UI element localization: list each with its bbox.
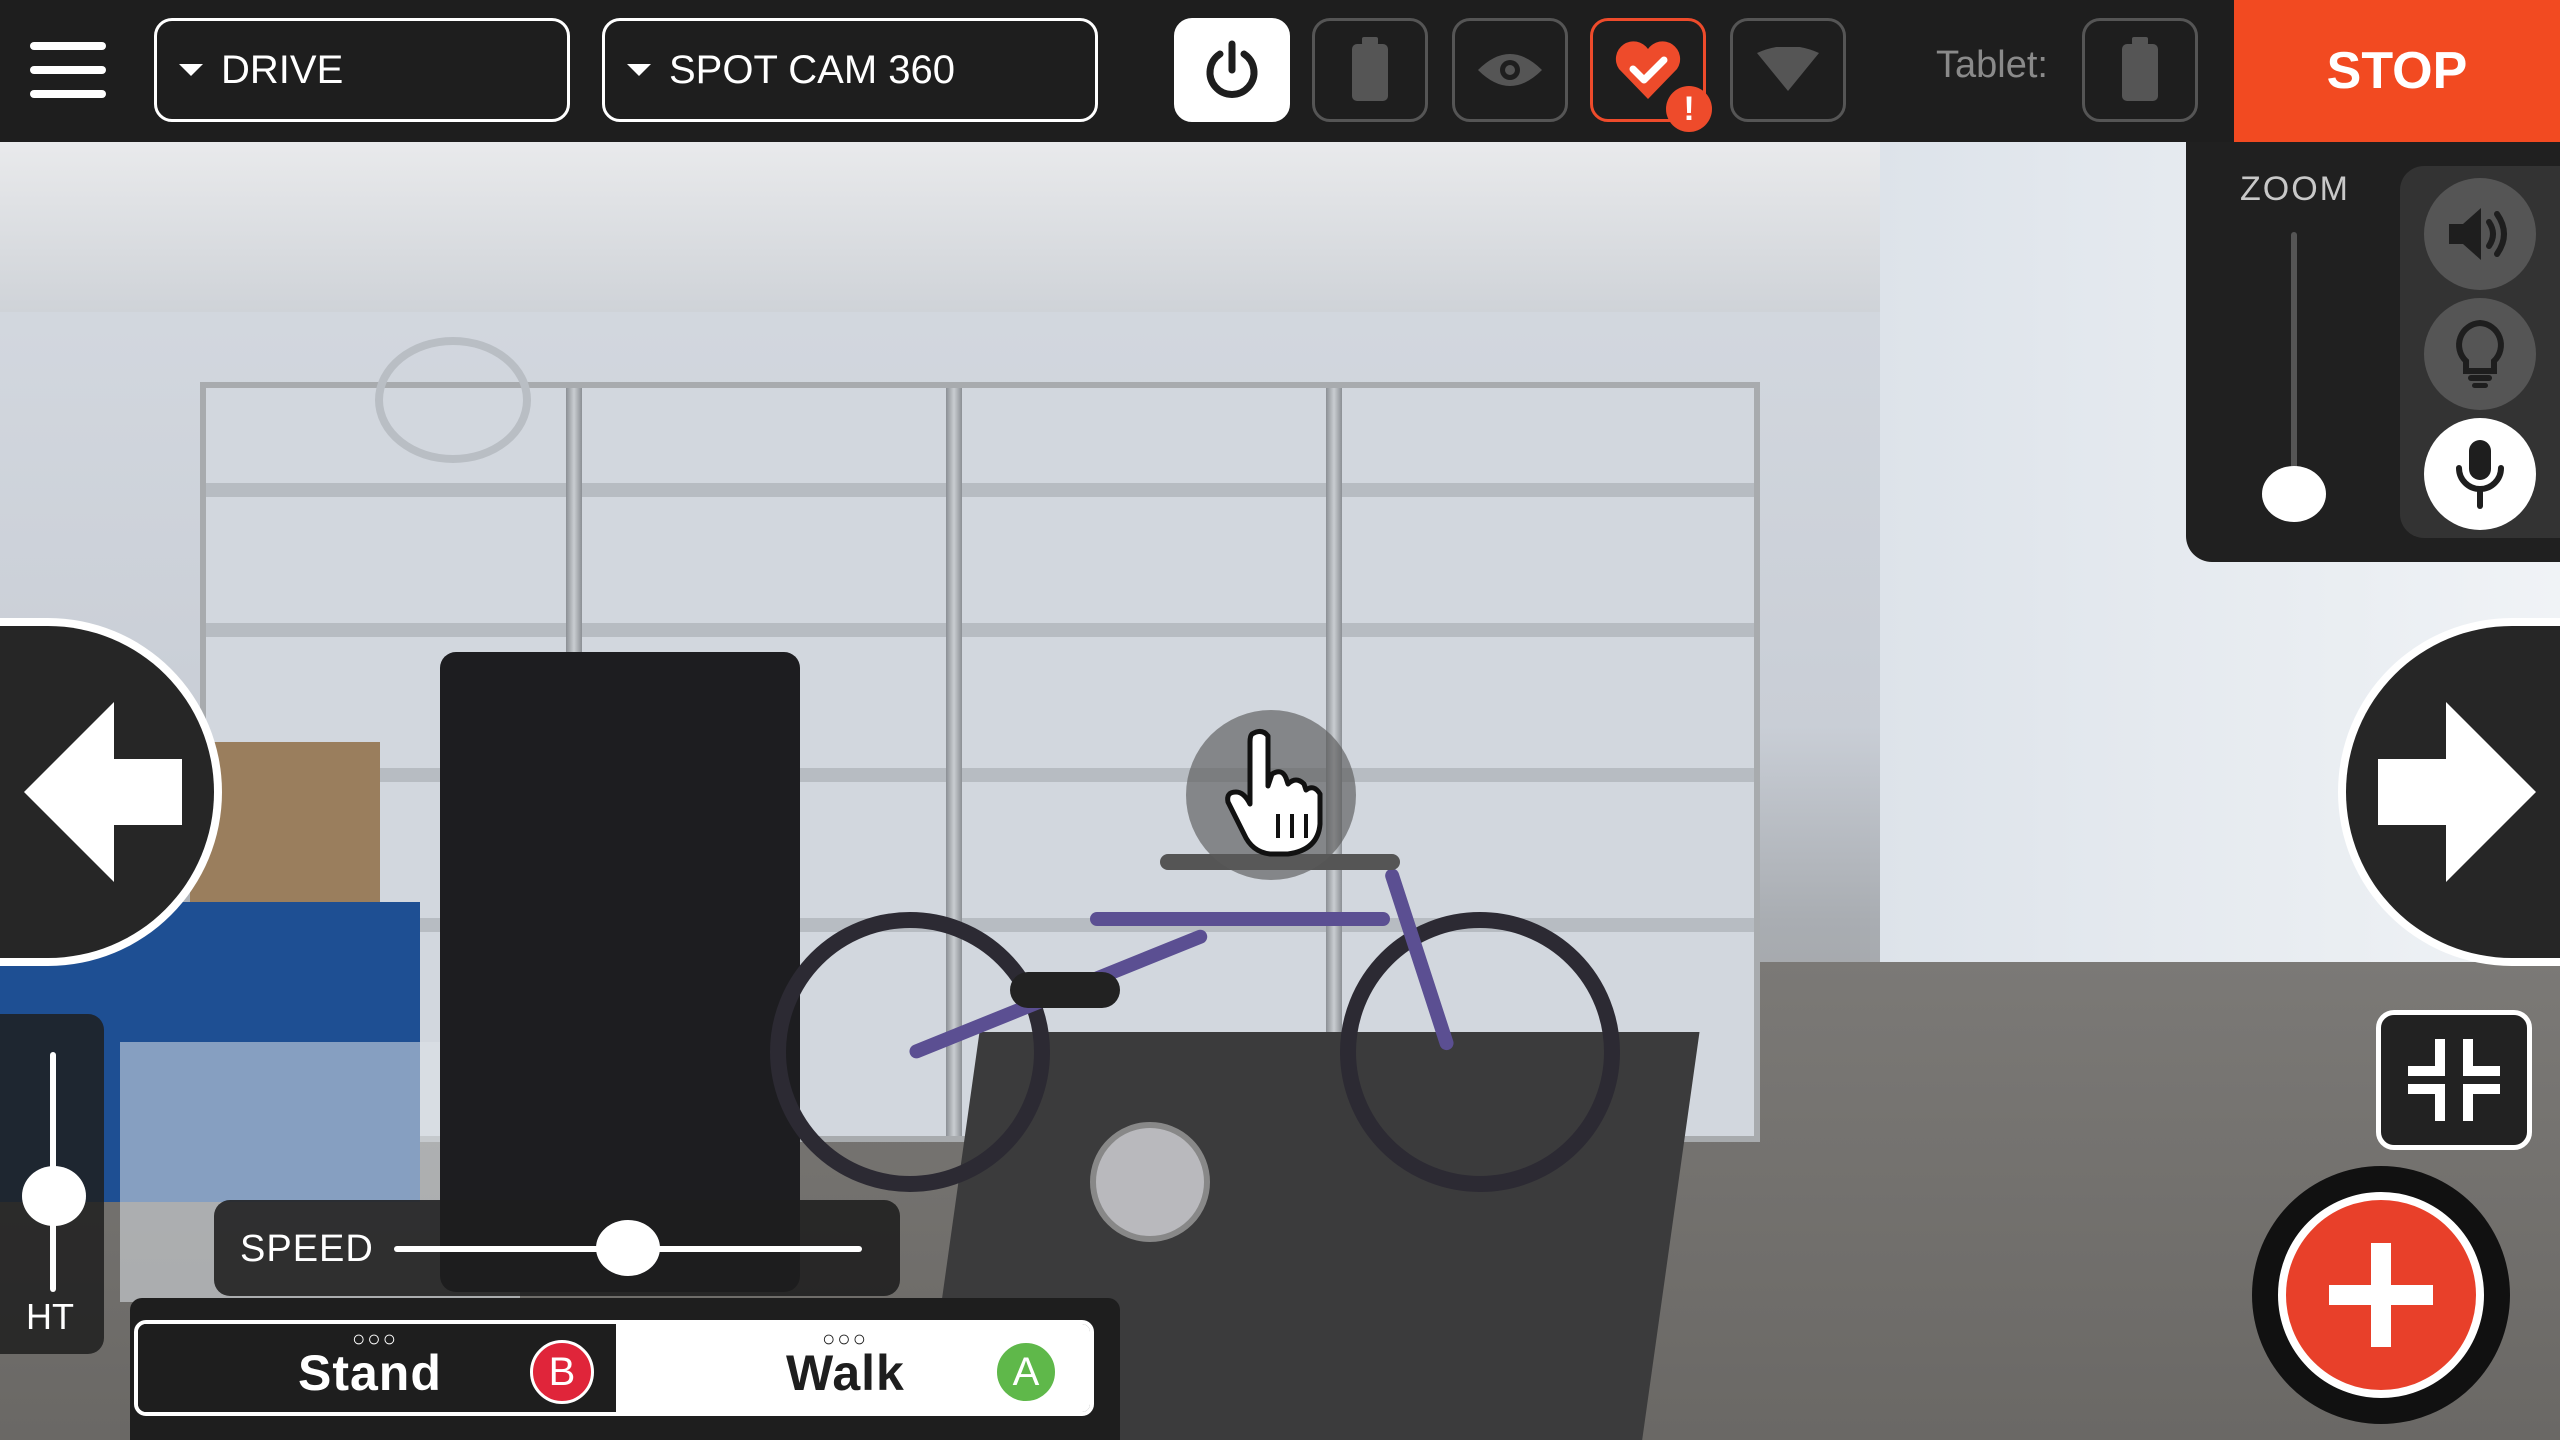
top-toolbar: DRIVE SPOT CAM 360 ! Tablet: STOP bbox=[0, 0, 2560, 142]
lightbulb-icon bbox=[2456, 319, 2504, 388]
light-button[interactable] bbox=[2424, 298, 2536, 410]
wifi-button[interactable] bbox=[1730, 18, 1846, 122]
scene-black-case bbox=[440, 652, 800, 1292]
camera-dropdown[interactable]: SPOT CAM 360 bbox=[602, 18, 1098, 122]
scene-bike-front-wheel bbox=[1340, 912, 1620, 1192]
plus-icon bbox=[2329, 1243, 2433, 1347]
door-rib bbox=[206, 483, 1754, 497]
height-slider-thumb[interactable] bbox=[22, 1166, 86, 1226]
stand-button[interactable]: ○○○ Stand B bbox=[138, 1324, 616, 1412]
power-button[interactable] bbox=[1174, 18, 1290, 122]
mode-toggle: ○○○ Stand B ○○○ Walk A bbox=[134, 1320, 1094, 1416]
a-button-badge: A bbox=[994, 1340, 1058, 1404]
camera-dropdown-label: SPOT CAM 360 bbox=[669, 47, 956, 92]
mode-dropdown-label: DRIVE bbox=[221, 47, 344, 92]
arrow-right-icon bbox=[2378, 702, 2536, 882]
scene-bike-chainring bbox=[1090, 1122, 1210, 1242]
wifi-icon bbox=[1757, 47, 1819, 91]
zoom-label: ZOOM bbox=[2240, 170, 2350, 208]
chevron-down-icon bbox=[179, 64, 203, 76]
eye-icon bbox=[1478, 54, 1542, 86]
door-rib bbox=[206, 768, 1754, 782]
b-button-badge: B bbox=[530, 1340, 594, 1404]
speed-slider-thumb[interactable] bbox=[596, 1220, 660, 1276]
add-button[interactable] bbox=[2252, 1166, 2510, 1424]
tablet-battery-button[interactable] bbox=[2082, 18, 2198, 122]
zoom-slider-thumb[interactable] bbox=[2262, 466, 2326, 522]
collapse-button[interactable] bbox=[2376, 1010, 2532, 1150]
scene-bike-frame bbox=[1090, 912, 1390, 926]
speaker-button[interactable] bbox=[2424, 178, 2536, 290]
microphone-button[interactable] bbox=[2424, 418, 2536, 530]
stand-label: Stand bbox=[298, 1345, 442, 1401]
add-button-face bbox=[2278, 1192, 2484, 1398]
collapse-icon bbox=[2408, 1039, 2500, 1121]
menu-icon[interactable] bbox=[26, 38, 110, 102]
walk-button[interactable]: ○○○ Walk A bbox=[616, 1324, 1090, 1412]
power-icon bbox=[1206, 40, 1258, 98]
battery-button[interactable] bbox=[1312, 18, 1428, 122]
chevron-down-icon bbox=[627, 64, 651, 76]
tablet-battery-icon bbox=[2122, 37, 2158, 101]
speaker-icon bbox=[2449, 208, 2507, 260]
battery-icon bbox=[1352, 37, 1388, 101]
mode-dropdown[interactable]: DRIVE bbox=[154, 18, 570, 122]
tablet-label: Tablet: bbox=[1936, 44, 2048, 86]
hand-pointer-icon bbox=[1225, 728, 1323, 857]
scene-bike-seat bbox=[1010, 972, 1120, 1008]
scene-ring-light bbox=[375, 337, 531, 463]
arrow-left-icon bbox=[24, 702, 182, 882]
height-label: HT bbox=[26, 1296, 74, 1337]
visibility-button[interactable] bbox=[1452, 18, 1568, 122]
microphone-icon bbox=[2456, 440, 2504, 509]
alert-icon: ! bbox=[1666, 86, 1712, 132]
walk-label: Walk bbox=[786, 1345, 905, 1401]
stop-button[interactable]: STOP bbox=[2234, 0, 2560, 142]
door-rib bbox=[206, 623, 1754, 637]
speed-label: SPEED bbox=[240, 1228, 374, 1270]
